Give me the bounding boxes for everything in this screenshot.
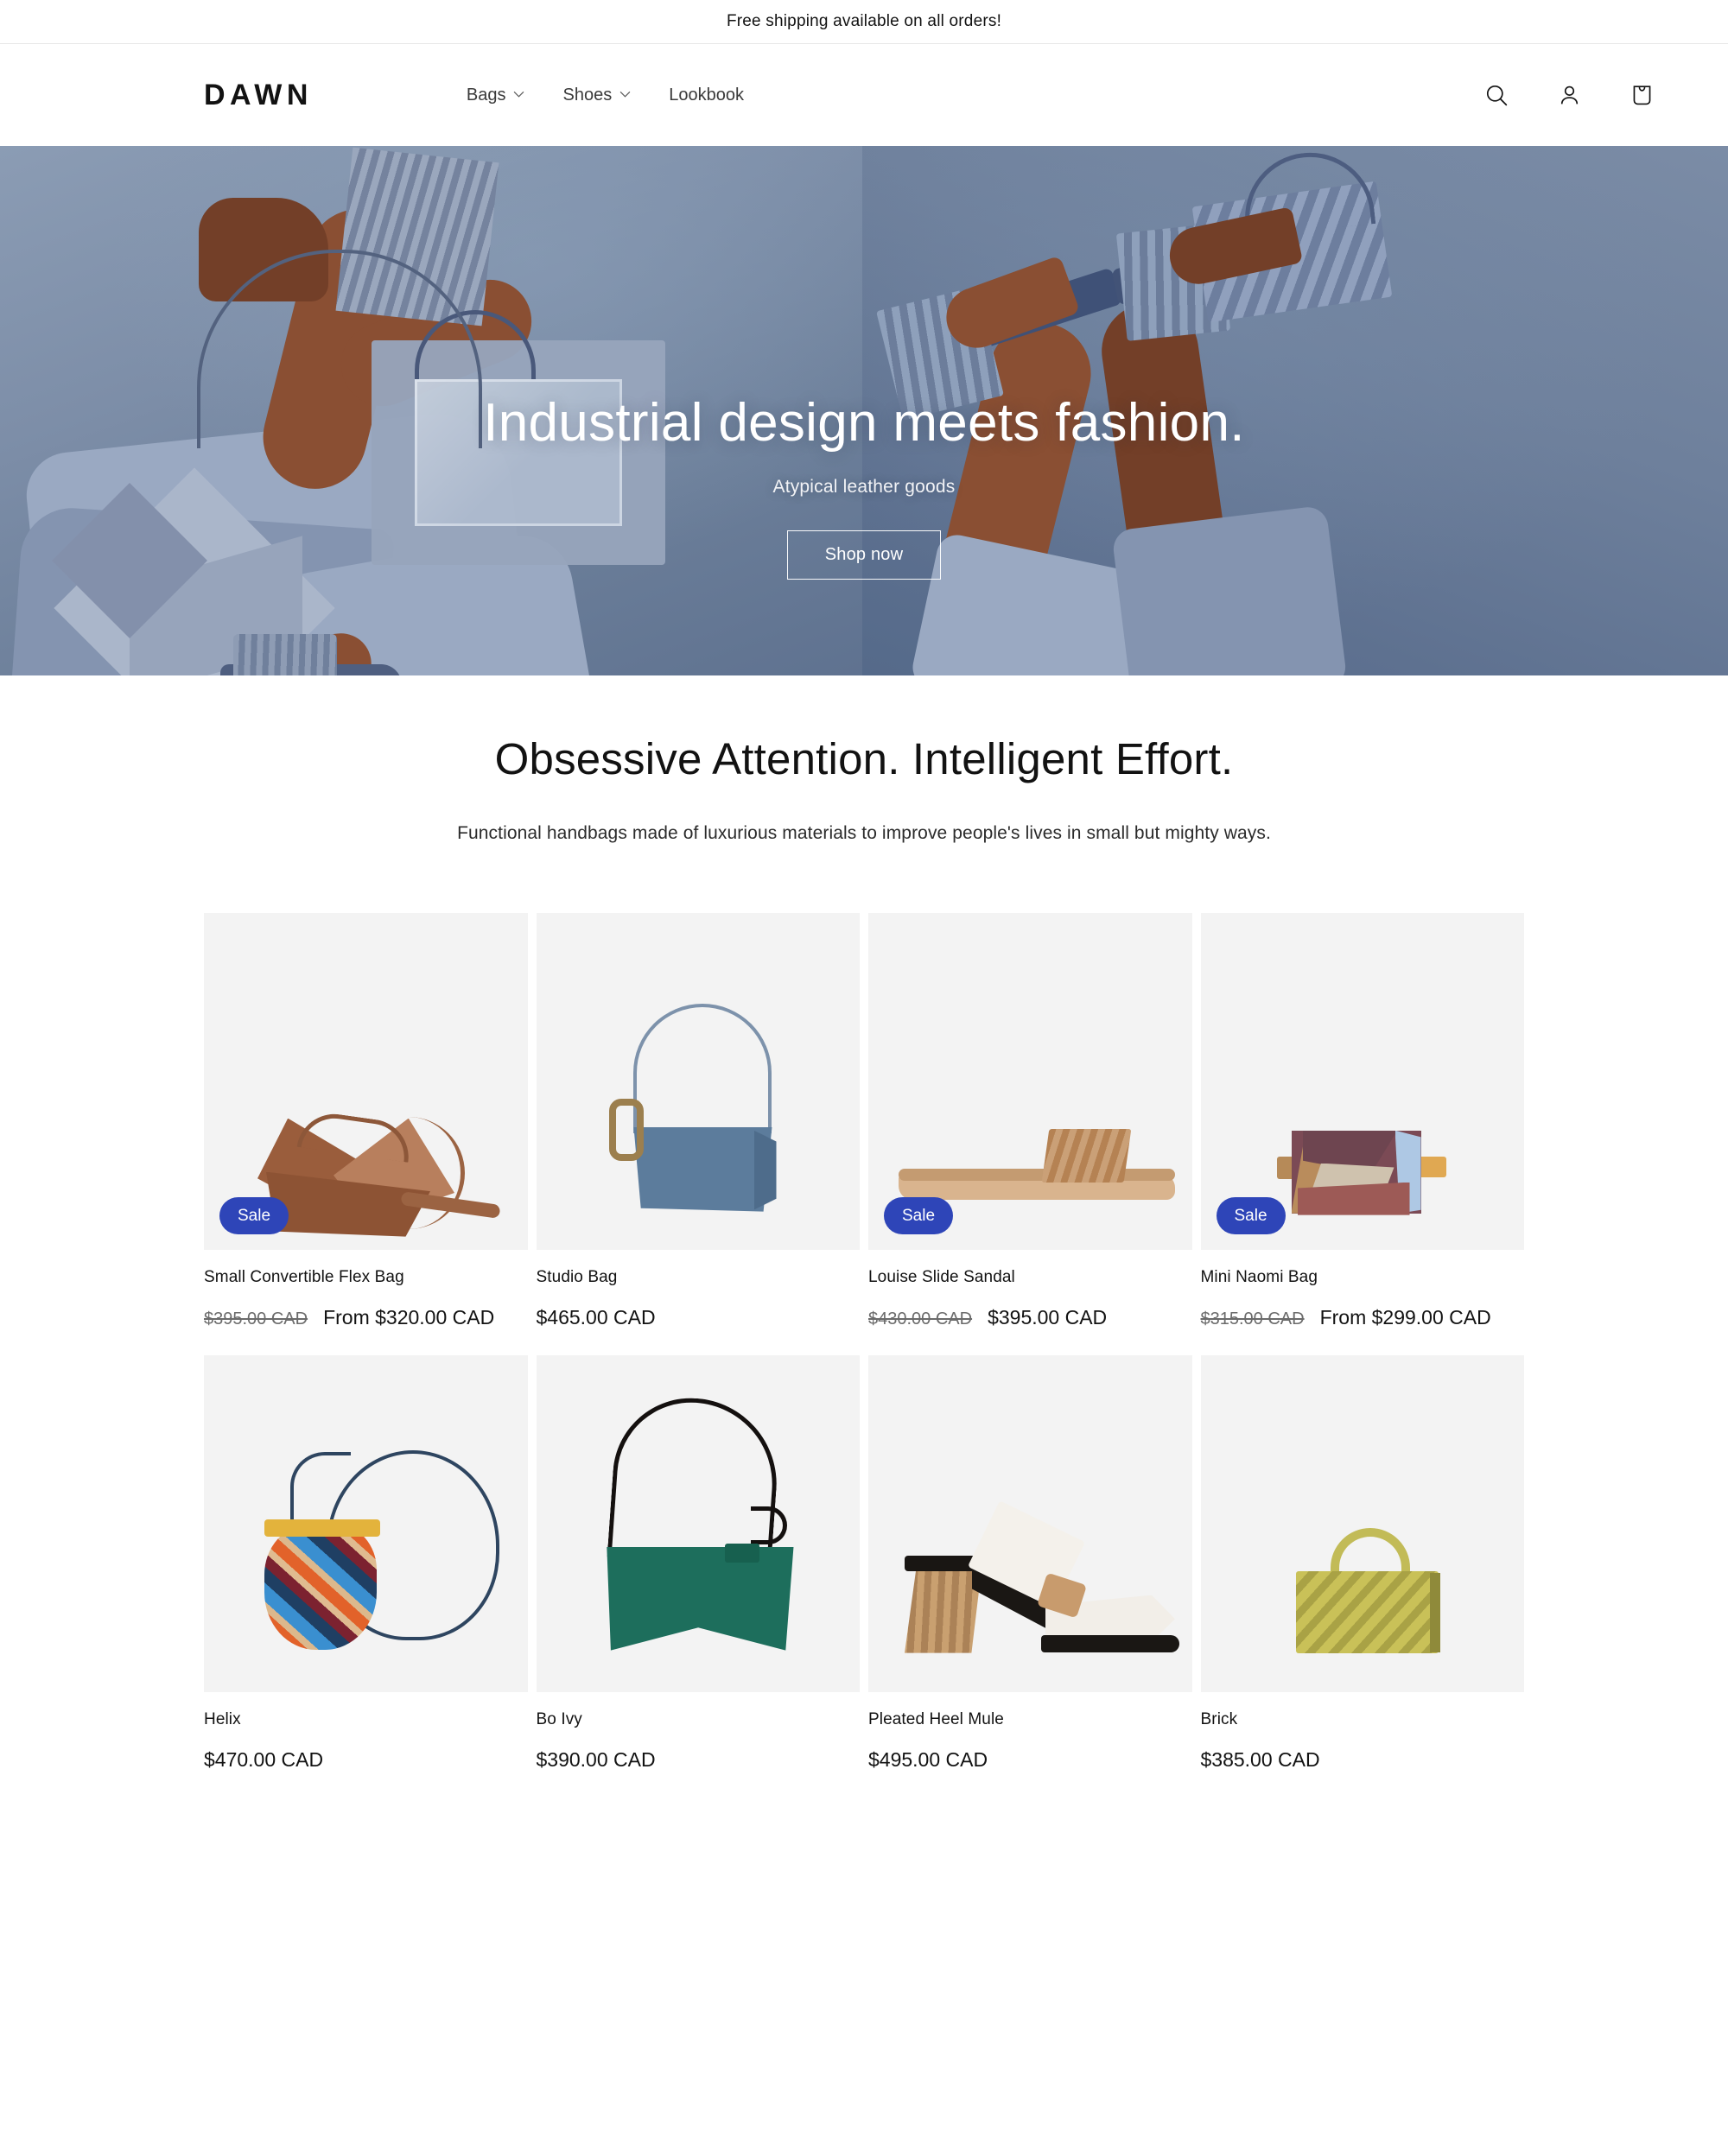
product-title[interactable]: Bo Ivy xyxy=(537,1710,861,1729)
product-image[interactable] xyxy=(536,912,861,1250)
product-image[interactable] xyxy=(868,1354,1192,1692)
product-card[interactable]: Brick $385.00 CAD xyxy=(1200,1354,1525,1772)
product-price: $465.00 CAD xyxy=(536,1305,656,1328)
product-image[interactable] xyxy=(536,1354,861,1692)
nav-item-label: Lookbook xyxy=(669,85,744,105)
product-compare-price: $315.00 CAD xyxy=(1200,1309,1305,1328)
product-illustration-brick-bag xyxy=(1201,1355,1525,1692)
announcement-bar: Free shipping available on all orders! xyxy=(0,0,1728,44)
product-card[interactable]: Studio Bag $465.00 CAD xyxy=(536,912,861,1329)
product-title[interactable]: Pleated Heel Mule xyxy=(868,1710,1192,1729)
product-title[interactable]: Mini Naomi Bag xyxy=(1201,1268,1525,1287)
product-price-row: $385.00 CAD xyxy=(1201,1748,1525,1772)
product-illustration-heel-mule xyxy=(868,1355,1192,1692)
product-image[interactable] xyxy=(204,1354,528,1692)
chevron-down-icon xyxy=(619,88,631,99)
product-card[interactable]: Pleated Heel Mule $495.00 CAD xyxy=(868,1354,1192,1772)
hero-subtitle: Atypical leather goods xyxy=(772,477,956,498)
product-compare-price: $430.00 CAD xyxy=(868,1309,973,1328)
product-price: $390.00 CAD xyxy=(536,1747,656,1771)
product-price-row: $395.00 CAD From $320.00 CAD xyxy=(204,1306,528,1329)
logo[interactable]: DAWN xyxy=(204,80,313,110)
product-price: From $299.00 CAD xyxy=(1319,1305,1491,1328)
product-image[interactable]: Sale xyxy=(868,912,1192,1250)
product-card[interactable]: Sale Small Convertible Flex Bag $395.00 … xyxy=(204,912,528,1329)
product-image[interactable] xyxy=(1200,1354,1525,1692)
product-image[interactable]: Sale xyxy=(204,912,528,1250)
nav-item-label: Bags xyxy=(466,85,506,105)
sale-badge: Sale xyxy=(884,1196,954,1234)
search-icon[interactable] xyxy=(1477,76,1515,114)
product-card[interactable]: Helix $470.00 CAD xyxy=(204,1354,528,1772)
product-card[interactable]: Sale Louise Slide Sandal $430.00 CAD $39… xyxy=(868,912,1192,1329)
product-price-row: $465.00 CAD xyxy=(537,1306,861,1329)
main-navigation: Bags Shoes Lookbook xyxy=(467,86,763,105)
section-subtitle: Functional handbags made of luxurious ma… xyxy=(457,822,1271,843)
nav-item-shoes[interactable]: Shoes xyxy=(543,86,650,105)
product-title[interactable]: Small Convertible Flex Bag xyxy=(204,1268,528,1287)
product-price-row: $315.00 CAD From $299.00 CAD xyxy=(1201,1306,1525,1329)
hero-content: Industrial design meets fashion. Atypica… xyxy=(0,146,1728,675)
nav-item-lookbook[interactable]: Lookbook xyxy=(650,86,763,105)
product-grid: Sale Small Convertible Flex Bag $395.00 … xyxy=(204,912,1525,1772)
product-price: $470.00 CAD xyxy=(204,1747,324,1771)
product-image[interactable]: Sale xyxy=(1200,912,1524,1250)
sale-badge: Sale xyxy=(1216,1196,1286,1234)
product-card[interactable]: Sale Mini Naomi Bag $315.00 CAD From $29… xyxy=(1200,912,1525,1329)
product-price: $495.00 CAD xyxy=(868,1747,988,1771)
product-compare-price: $395.00 CAD xyxy=(204,1309,308,1328)
header-actions xyxy=(1477,76,1661,114)
product-price-row: $470.00 CAD xyxy=(204,1748,528,1772)
product-price-row: $390.00 CAD xyxy=(537,1748,861,1772)
product-illustration-bo-ivy-bag xyxy=(537,1355,861,1692)
product-price: From $320.00 CAD xyxy=(323,1305,495,1328)
featured-collection: Obsessive Attention. Intelligent Effort.… xyxy=(0,675,1728,1772)
product-title[interactable]: Studio Bag xyxy=(537,1268,861,1287)
product-illustration-studio-bag xyxy=(537,913,861,1250)
section-title: Obsessive Attention. Intelligent Effort. xyxy=(494,734,1234,783)
product-price: $395.00 CAD xyxy=(988,1305,1108,1328)
product-title[interactable]: Helix xyxy=(204,1710,528,1729)
product-title[interactable]: Brick xyxy=(1201,1710,1525,1729)
product-price-row: $430.00 CAD $395.00 CAD xyxy=(868,1306,1192,1329)
product-title[interactable]: Louise Slide Sandal xyxy=(868,1268,1192,1287)
hero-title: Industrial design meets fashion. xyxy=(483,393,1245,453)
cart-icon[interactable] xyxy=(1623,76,1661,114)
nav-item-label: Shoes xyxy=(562,85,613,105)
hero-banner: Industrial design meets fashion. Atypica… xyxy=(0,146,1728,675)
product-price: $385.00 CAD xyxy=(1200,1747,1320,1771)
product-card[interactable]: Bo Ivy $390.00 CAD xyxy=(536,1354,861,1772)
shop-now-button[interactable]: Shop now xyxy=(787,530,941,580)
sale-badge: Sale xyxy=(219,1196,289,1234)
site-header: DAWN Bags Shoes Lookbook xyxy=(0,44,1728,146)
announcement-text: Free shipping available on all orders! xyxy=(726,12,1002,30)
nav-item-bags[interactable]: Bags xyxy=(467,86,544,105)
product-price-row: $495.00 CAD xyxy=(868,1748,1192,1772)
chevron-down-icon xyxy=(513,88,524,99)
account-icon[interactable] xyxy=(1550,76,1588,114)
product-illustration-helix-bag xyxy=(204,1355,528,1692)
